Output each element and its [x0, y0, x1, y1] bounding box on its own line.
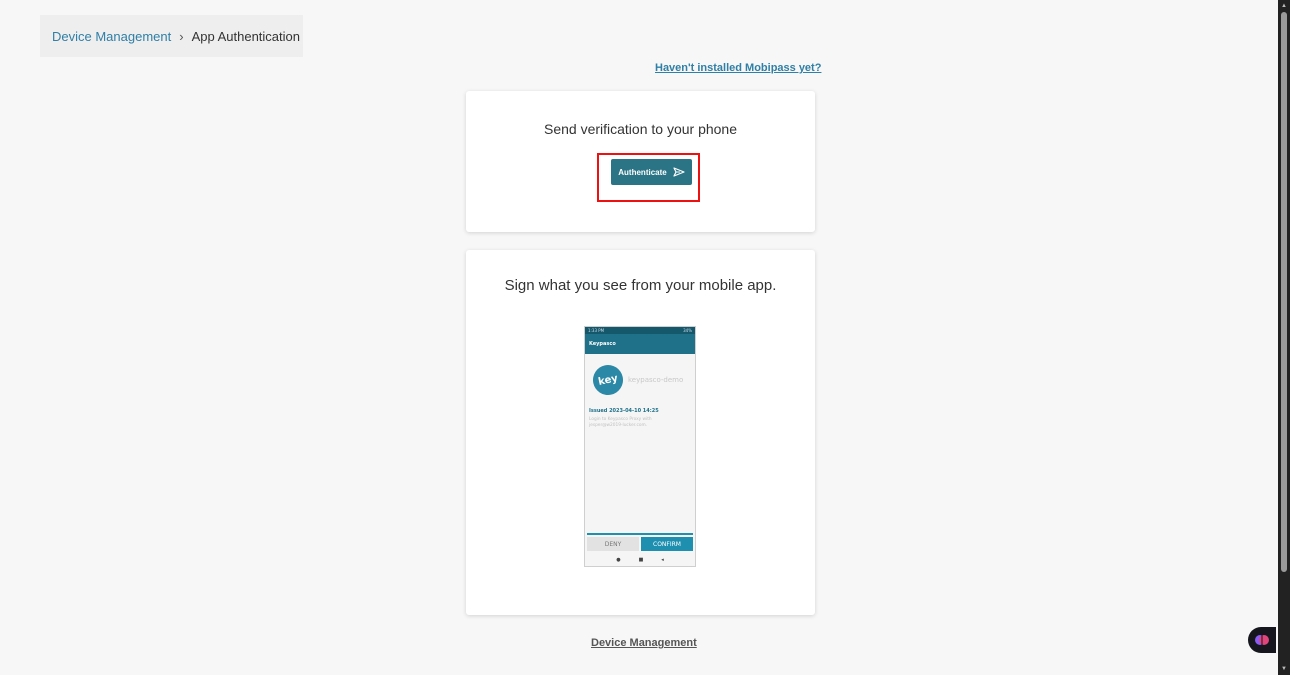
breadcrumb-current: App Authentication	[191, 28, 300, 44]
scrollbar[interactable]: ▲ ▼	[1278, 0, 1290, 675]
phone-status-time: 1:33 PM	[588, 328, 605, 333]
scroll-up-icon[interactable]: ▲	[1281, 3, 1287, 9]
phone-nav-recents-icon: ■	[638, 557, 644, 563]
install-mobipass-link[interactable]: Haven't installed Mobipass yet?	[655, 62, 821, 74]
scrollbar-thumb[interactable]	[1281, 12, 1287, 572]
phone-confirm-button: CONFIRM	[641, 537, 693, 551]
phone-logo-row: key keypasco-demo	[590, 362, 684, 398]
breadcrumb: Device Management › App Authentication	[40, 15, 303, 57]
authenticate-button-label: Authenticate	[618, 167, 667, 177]
phone-nav-back-icon: ◂	[661, 557, 664, 563]
send-icon	[673, 167, 685, 177]
keypasco-logo: key	[590, 362, 626, 398]
scroll-down-icon[interactable]: ▼	[1281, 666, 1287, 672]
phone-progress-bar	[587, 533, 693, 535]
sign-card-title: Sign what you see from your mobile app.	[504, 277, 777, 294]
chevron-right-icon: ›	[179, 28, 184, 44]
phone-screenshot: 1:33 PM 34% Keypasco key keypasco-demo I…	[584, 326, 696, 567]
phone-nav-home-icon: ●	[616, 557, 621, 563]
authenticate-card: Send verification to your phone Authenti…	[466, 91, 815, 232]
extension-badge[interactable]	[1248, 627, 1276, 653]
footer-device-management-link[interactable]: Device Management	[591, 637, 697, 649]
phone-app-bar: Keypasco	[585, 334, 695, 354]
authenticate-card-title: Send verification to your phone	[543, 121, 737, 137]
phone-deny-button: DENY	[587, 537, 639, 551]
sign-card: Sign what you see from your mobile app. …	[466, 250, 815, 615]
phone-message: Login to Keypasco Proxy with jesper@w201…	[589, 417, 652, 428]
phone-buttons: DENY CONFIRM	[587, 537, 693, 551]
phone-app-name: Keypasco	[589, 341, 616, 347]
brain-icon	[1255, 635, 1269, 645]
phone-nav-bar: ● ■ ◂	[585, 557, 695, 563]
phone-status-battery: 34%	[683, 328, 692, 333]
phone-service-name: keypasco-demo	[628, 376, 684, 384]
phone-status-bar: 1:33 PM 34%	[585, 327, 695, 334]
phone-issued-date: Issued 2023-04-10 14:25	[589, 408, 659, 414]
authenticate-button[interactable]: Authenticate	[611, 159, 692, 185]
breadcrumb-link-device-management[interactable]: Device Management	[52, 29, 171, 44]
